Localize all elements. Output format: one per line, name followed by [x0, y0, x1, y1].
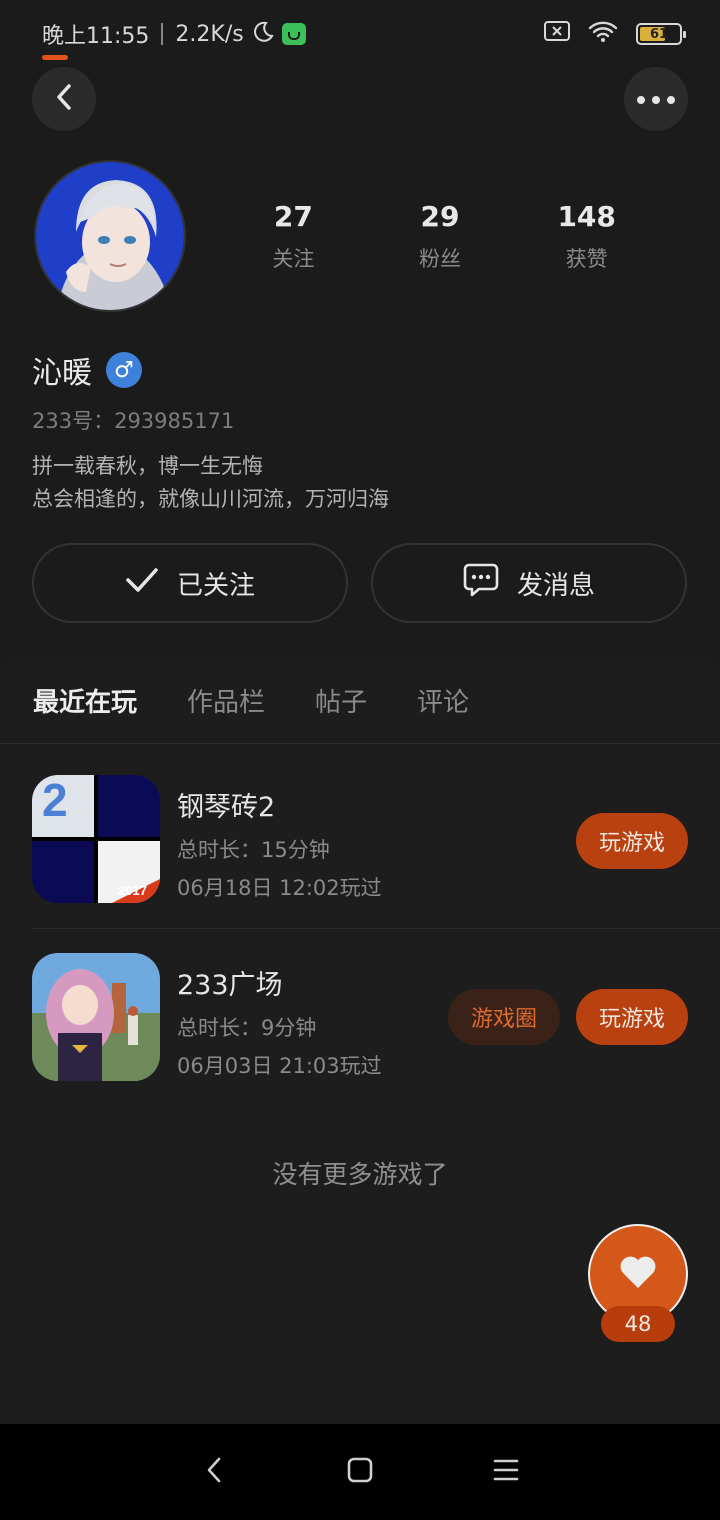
likes-stat[interactable]: 148 获赞	[513, 200, 660, 273]
game-icon-badge: 2017	[118, 883, 147, 898]
sim-off-icon	[544, 21, 570, 47]
battery-level: 61	[649, 26, 669, 42]
no-more-games-text: 没有更多游戏了	[272, 1160, 448, 1189]
stat-value: 27	[273, 200, 313, 233]
chevron-left-icon	[53, 82, 75, 116]
nav-home-icon	[347, 1457, 373, 1487]
send-message-button[interactable]: 发消息	[371, 543, 687, 623]
followed-button[interactable]: 已关注	[32, 543, 348, 623]
stat-value: 29	[420, 200, 460, 233]
status-time: 晚上11:55	[42, 24, 150, 49]
game-last-played: 06月03日 21:03玩过	[177, 1054, 382, 1078]
profile-tabs: 最近在玩 作品栏 帖子 评论	[0, 682, 720, 744]
app-notification-icon	[281, 23, 306, 45]
row-divider	[32, 928, 720, 929]
nav-back-button[interactable]	[196, 1454, 232, 1490]
nav-home-button[interactable]	[342, 1454, 378, 1490]
system-nav-bar	[0, 1424, 720, 1520]
like-count: 48	[601, 1306, 675, 1342]
piano-tiles-game-icon[interactable]: 2 2017	[32, 775, 160, 903]
233-square-game-icon[interactable]	[32, 953, 160, 1081]
game-name: 钢琴砖2	[177, 792, 276, 823]
bio-line: 总会相逢的，就像山川河流，万河归海	[32, 487, 389, 511]
send-message-label: 发消息	[516, 570, 595, 601]
nav-menu-icon	[493, 1458, 519, 1486]
stat-label: 粉丝	[419, 247, 461, 271]
wifi-icon	[588, 20, 618, 48]
followers-stat[interactable]: 29 粉丝	[367, 200, 514, 273]
active-tab-indicator	[42, 55, 68, 60]
battery-icon: 61	[636, 23, 686, 45]
tab-recently-played[interactable]: 最近在玩	[33, 682, 137, 742]
stat-value: 148	[557, 200, 616, 233]
user-id: 233号：293985171	[32, 409, 235, 433]
nav-menu-button[interactable]	[488, 1454, 524, 1490]
play-game-button[interactable]: 玩游戏	[576, 813, 688, 869]
chat-bubble-icon	[463, 563, 499, 604]
more-options-button[interactable]	[624, 67, 688, 131]
game-last-played: 06月18日 12:02玩过	[177, 876, 382, 900]
status-bar: 晚上11:55 2.2K/s 61	[0, 0, 720, 68]
username-row: 沁暖 ♂	[32, 348, 142, 392]
game-duration: 总时长：15分钟	[177, 838, 330, 862]
tabs-divider	[0, 743, 720, 744]
avatar[interactable]	[34, 160, 186, 312]
status-net-speed: 2.2K/s	[175, 21, 244, 47]
status-separator	[161, 23, 164, 45]
game-name: 233广场	[177, 970, 283, 1001]
game-duration: 总时长：9分钟	[177, 1016, 317, 1040]
username: 沁暖	[32, 356, 92, 391]
profile-stats: 27 关注 29 粉丝 148 获赞	[220, 200, 660, 273]
more-dots-icon	[636, 90, 676, 109]
stat-label: 关注	[272, 247, 315, 271]
followed-label: 已关注	[176, 570, 255, 601]
moon-icon	[252, 20, 274, 48]
game-circle-button[interactable]: 游戏圈	[448, 989, 560, 1045]
back-button[interactable]	[32, 67, 96, 131]
game-info: 233广场 总时长：9分钟 06月03日 21:03玩过	[177, 963, 382, 1080]
tab-comments[interactable]: 评论	[417, 682, 469, 742]
following-stat[interactable]: 27 关注	[220, 200, 367, 273]
nav-back-icon	[204, 1456, 224, 1488]
game-row[interactable]: 233广场 总时长：9分钟 06月03日 21:03玩过 游戏圈 玩游戏	[32, 953, 720, 1083]
bio: 拼一载春秋，博一生无悔 总会相逢的，就像山川河流，万河归海	[32, 450, 389, 516]
game-info: 钢琴砖2 总时长：15分钟 06月18日 12:02玩过	[177, 785, 382, 902]
game-row[interactable]: 2 2017 钢琴砖2 总时长：15分钟 06月18日 12:02玩过 玩游戏	[32, 775, 720, 905]
play-game-button[interactable]: 玩游戏	[576, 989, 688, 1045]
checkmark-icon	[125, 567, 159, 600]
heart-icon	[618, 1254, 658, 1294]
tab-works[interactable]: 作品栏	[187, 682, 265, 742]
stat-label: 获赞	[565, 247, 608, 271]
game-icon-number: 2	[42, 775, 68, 826]
bio-line: 拼一载春秋，博一生无悔	[32, 454, 263, 478]
tab-posts[interactable]: 帖子	[315, 682, 367, 742]
male-gender-icon: ♂	[106, 352, 142, 388]
